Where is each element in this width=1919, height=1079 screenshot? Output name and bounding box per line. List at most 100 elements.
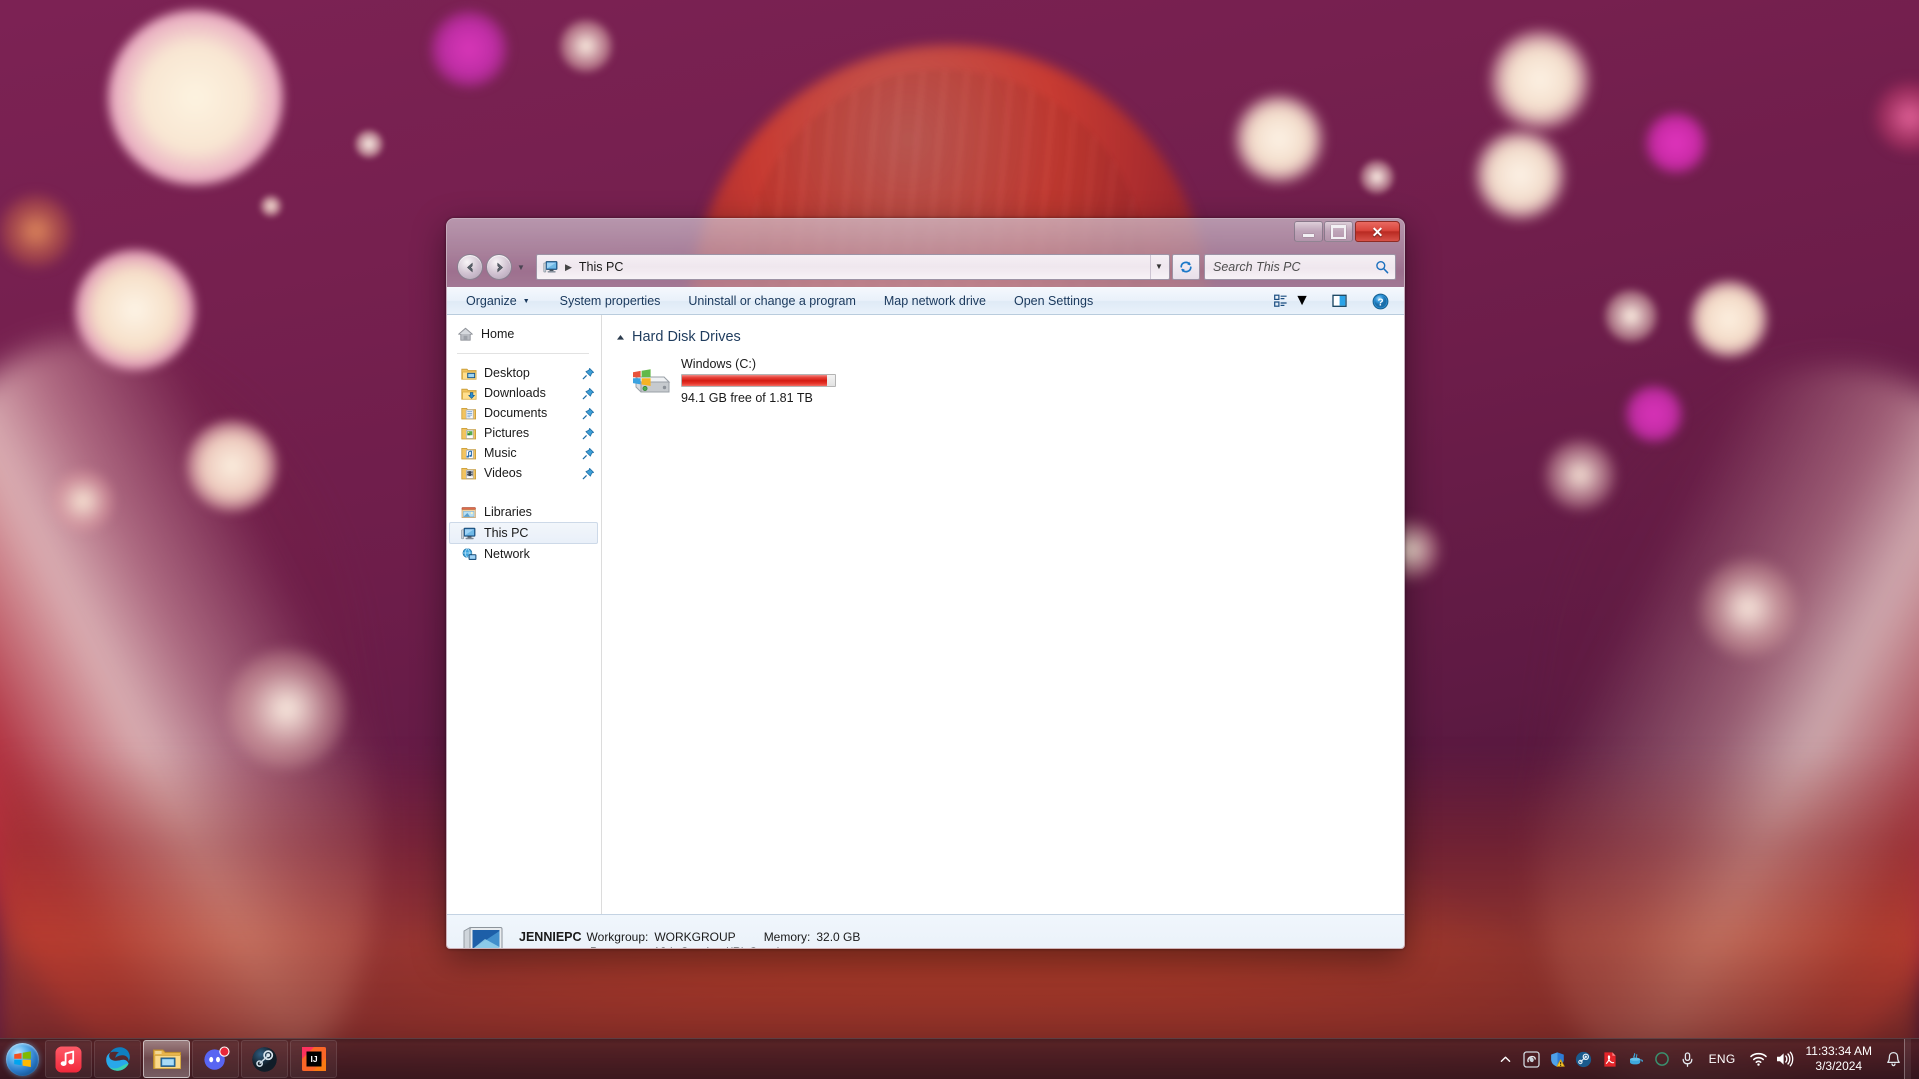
steam-tray-icon	[1575, 1051, 1592, 1067]
toolbar-uninstall-button[interactable]: Uninstall or change a program	[679, 290, 864, 312]
taskbar-item-discord[interactable]	[192, 1040, 239, 1078]
taskbar-item-intellij-idea[interactable]: IJ	[290, 1040, 337, 1078]
refresh-icon	[1180, 261, 1192, 273]
drive-name: Windows (C:)	[681, 357, 757, 371]
tray-microphone-icon[interactable]	[1675, 1039, 1701, 1079]
pin-icon[interactable]	[582, 387, 595, 400]
folder-pictures-icon	[461, 427, 476, 439]
details-row-2: Processor: 13th Gen Intel(R) Core(...	[519, 945, 860, 948]
sync-icon	[1654, 1052, 1669, 1066]
group-header-hard-disk-drives[interactable]: Hard Disk Drives	[616, 329, 1404, 345]
address-bar[interactable]: ▶ This PC ▼	[536, 254, 1170, 280]
file-explorer-window[interactable]: ✕ ▼ ▶ This PC ▼ Search This PC Organize …	[446, 218, 1405, 949]
preview-pane-button[interactable]	[1327, 291, 1353, 311]
toolbar-map-network-drive-button[interactable]: Map network drive	[875, 290, 995, 312]
sidebar-item-videos-label: Videos	[484, 466, 522, 480]
maximize-button[interactable]	[1324, 221, 1353, 242]
taskbar-item-file-explorer[interactable]	[143, 1040, 190, 1078]
drive-capacity-fill	[682, 375, 828, 386]
pin-icon[interactable]	[582, 407, 595, 420]
toolbar-right-group: ▼ ?	[1269, 289, 1398, 313]
toolbar-open-settings-button[interactable]: Open Settings	[1005, 290, 1102, 312]
address-dropdown-button[interactable]: ▼	[1150, 255, 1167, 279]
sidebar-item-desktop[interactable]: Desktop	[447, 363, 601, 383]
windows-logo-icon	[13, 1050, 31, 1067]
bokeh-circle	[1545, 440, 1615, 510]
details-processor-value: 13th Gen Intel(R) Core(...	[653, 945, 788, 948]
view-options-icon	[1274, 294, 1287, 307]
sidebar-item-home[interactable]: Home	[447, 324, 601, 344]
sidebar-item-videos[interactable]: Videos	[447, 463, 601, 483]
show-hidden-icons-button[interactable]	[1493, 1039, 1519, 1079]
svg-text:?: ?	[1377, 297, 1383, 308]
breadcrumb-item-this-pc[interactable]: This PC	[579, 260, 623, 274]
discord-icon	[203, 1046, 230, 1070]
sidebar-item-network[interactable]: Network	[447, 544, 601, 564]
navigation-pane[interactable]: Home Desktop Downloads Documents Picture…	[447, 315, 602, 914]
help-icon: ?	[1372, 293, 1389, 309]
help-button[interactable]: ?	[1367, 290, 1394, 313]
sidebar-item-documents-label: Documents	[484, 406, 548, 420]
sidebar-item-downloads[interactable]: Downloads	[447, 383, 601, 403]
drive-item-windows-c[interactable]: Windows (C:) 94.1 GB free of 1.81 TB	[616, 349, 1404, 405]
this-pc-icon	[543, 261, 558, 273]
tray-steam-icon[interactable]	[1571, 1039, 1597, 1079]
bokeh-circle	[260, 195, 282, 217]
toolbar-organize-button[interactable]: Organize ▼	[457, 290, 539, 312]
sidebar-item-documents[interactable]: Documents	[447, 403, 601, 423]
refresh-button[interactable]	[1172, 254, 1200, 280]
bokeh-circle	[1475, 130, 1565, 220]
sidebar-item-libraries[interactable]: Libraries	[447, 502, 601, 522]
sidebar-item-music-label: Music	[484, 446, 517, 460]
tray-adobe-acrobat-icon[interactable]	[1597, 1039, 1623, 1079]
toolbar-system-properties-button[interactable]: System properties	[551, 290, 670, 312]
back-button[interactable]	[457, 254, 483, 280]
sidebar-item-music[interactable]: Music	[447, 443, 601, 463]
tray-java-icon[interactable]	[1623, 1039, 1649, 1079]
details-workgroup-label: Workgroup:	[586, 930, 649, 944]
pin-icon[interactable]	[582, 427, 595, 440]
tray-sync-icon[interactable]	[1649, 1039, 1675, 1079]
tray-clock[interactable]: 11:33:34 AM 3/3/2024	[1798, 1044, 1883, 1074]
toolbar-uninstall-label: Uninstall or change a program	[688, 294, 856, 308]
tray-notifications-button[interactable]	[1882, 1051, 1904, 1067]
taskbar-item-microsoft-edge[interactable]	[94, 1040, 141, 1078]
taskbar-item-music-app[interactable]	[45, 1040, 92, 1078]
tray-nvidia-icon[interactable]	[1519, 1039, 1545, 1079]
system-tray: ENG 11:33:34 AM 3/3/2024	[1493, 1038, 1919, 1079]
title-bar[interactable]: ✕	[447, 219, 1404, 247]
bokeh-circle	[1625, 385, 1683, 443]
change-view-button[interactable]: ▼	[1269, 289, 1315, 313]
microsoft-edge-icon	[105, 1047, 130, 1071]
computer-icon	[463, 926, 503, 948]
java-icon	[1630, 1053, 1643, 1065]
window-controls: ✕	[1293, 221, 1400, 242]
folder-desktop-icon	[461, 368, 477, 380]
pin-icon[interactable]	[582, 447, 595, 460]
show-desktop-button[interactable]	[1904, 1038, 1911, 1079]
svg-text:IJ: IJ	[310, 1054, 317, 1064]
search-input[interactable]: Search This PC	[1213, 260, 1375, 274]
sidebar-item-this-pc[interactable]: This PC	[449, 522, 598, 544]
minimize-button[interactable]	[1294, 221, 1323, 242]
back-arrow-icon	[466, 262, 473, 272]
tray-volume-button[interactable]	[1772, 1039, 1798, 1079]
pin-icon[interactable]	[582, 367, 595, 380]
chevron-up-icon	[617, 334, 624, 340]
details-processor-label: Processor:	[590, 945, 653, 948]
close-button[interactable]: ✕	[1355, 221, 1400, 242]
taskbar[interactable]: IJ ENG 11:33:34 AM 3/3/2024	[0, 1038, 1919, 1079]
tray-language-indicator[interactable]: ENG	[1701, 1052, 1746, 1066]
start-button[interactable]	[0, 1039, 44, 1079]
breadcrumb-separator: ▶	[565, 261, 572, 272]
forward-button[interactable]	[486, 254, 512, 280]
content-pane[interactable]: Hard Disk Drives Windows (C:) 94.1 GB fr…	[602, 315, 1404, 914]
pin-icon[interactable]	[582, 467, 595, 480]
tray-windows-security-icon[interactable]	[1545, 1039, 1571, 1079]
taskbar-item-steam[interactable]	[241, 1040, 288, 1078]
search-icon	[1376, 260, 1389, 274]
tray-network-button[interactable]	[1746, 1039, 1772, 1079]
recent-pages-button[interactable]: ▼	[514, 263, 528, 272]
search-box[interactable]: Search This PC	[1204, 254, 1396, 280]
sidebar-item-pictures[interactable]: Pictures	[447, 423, 601, 443]
